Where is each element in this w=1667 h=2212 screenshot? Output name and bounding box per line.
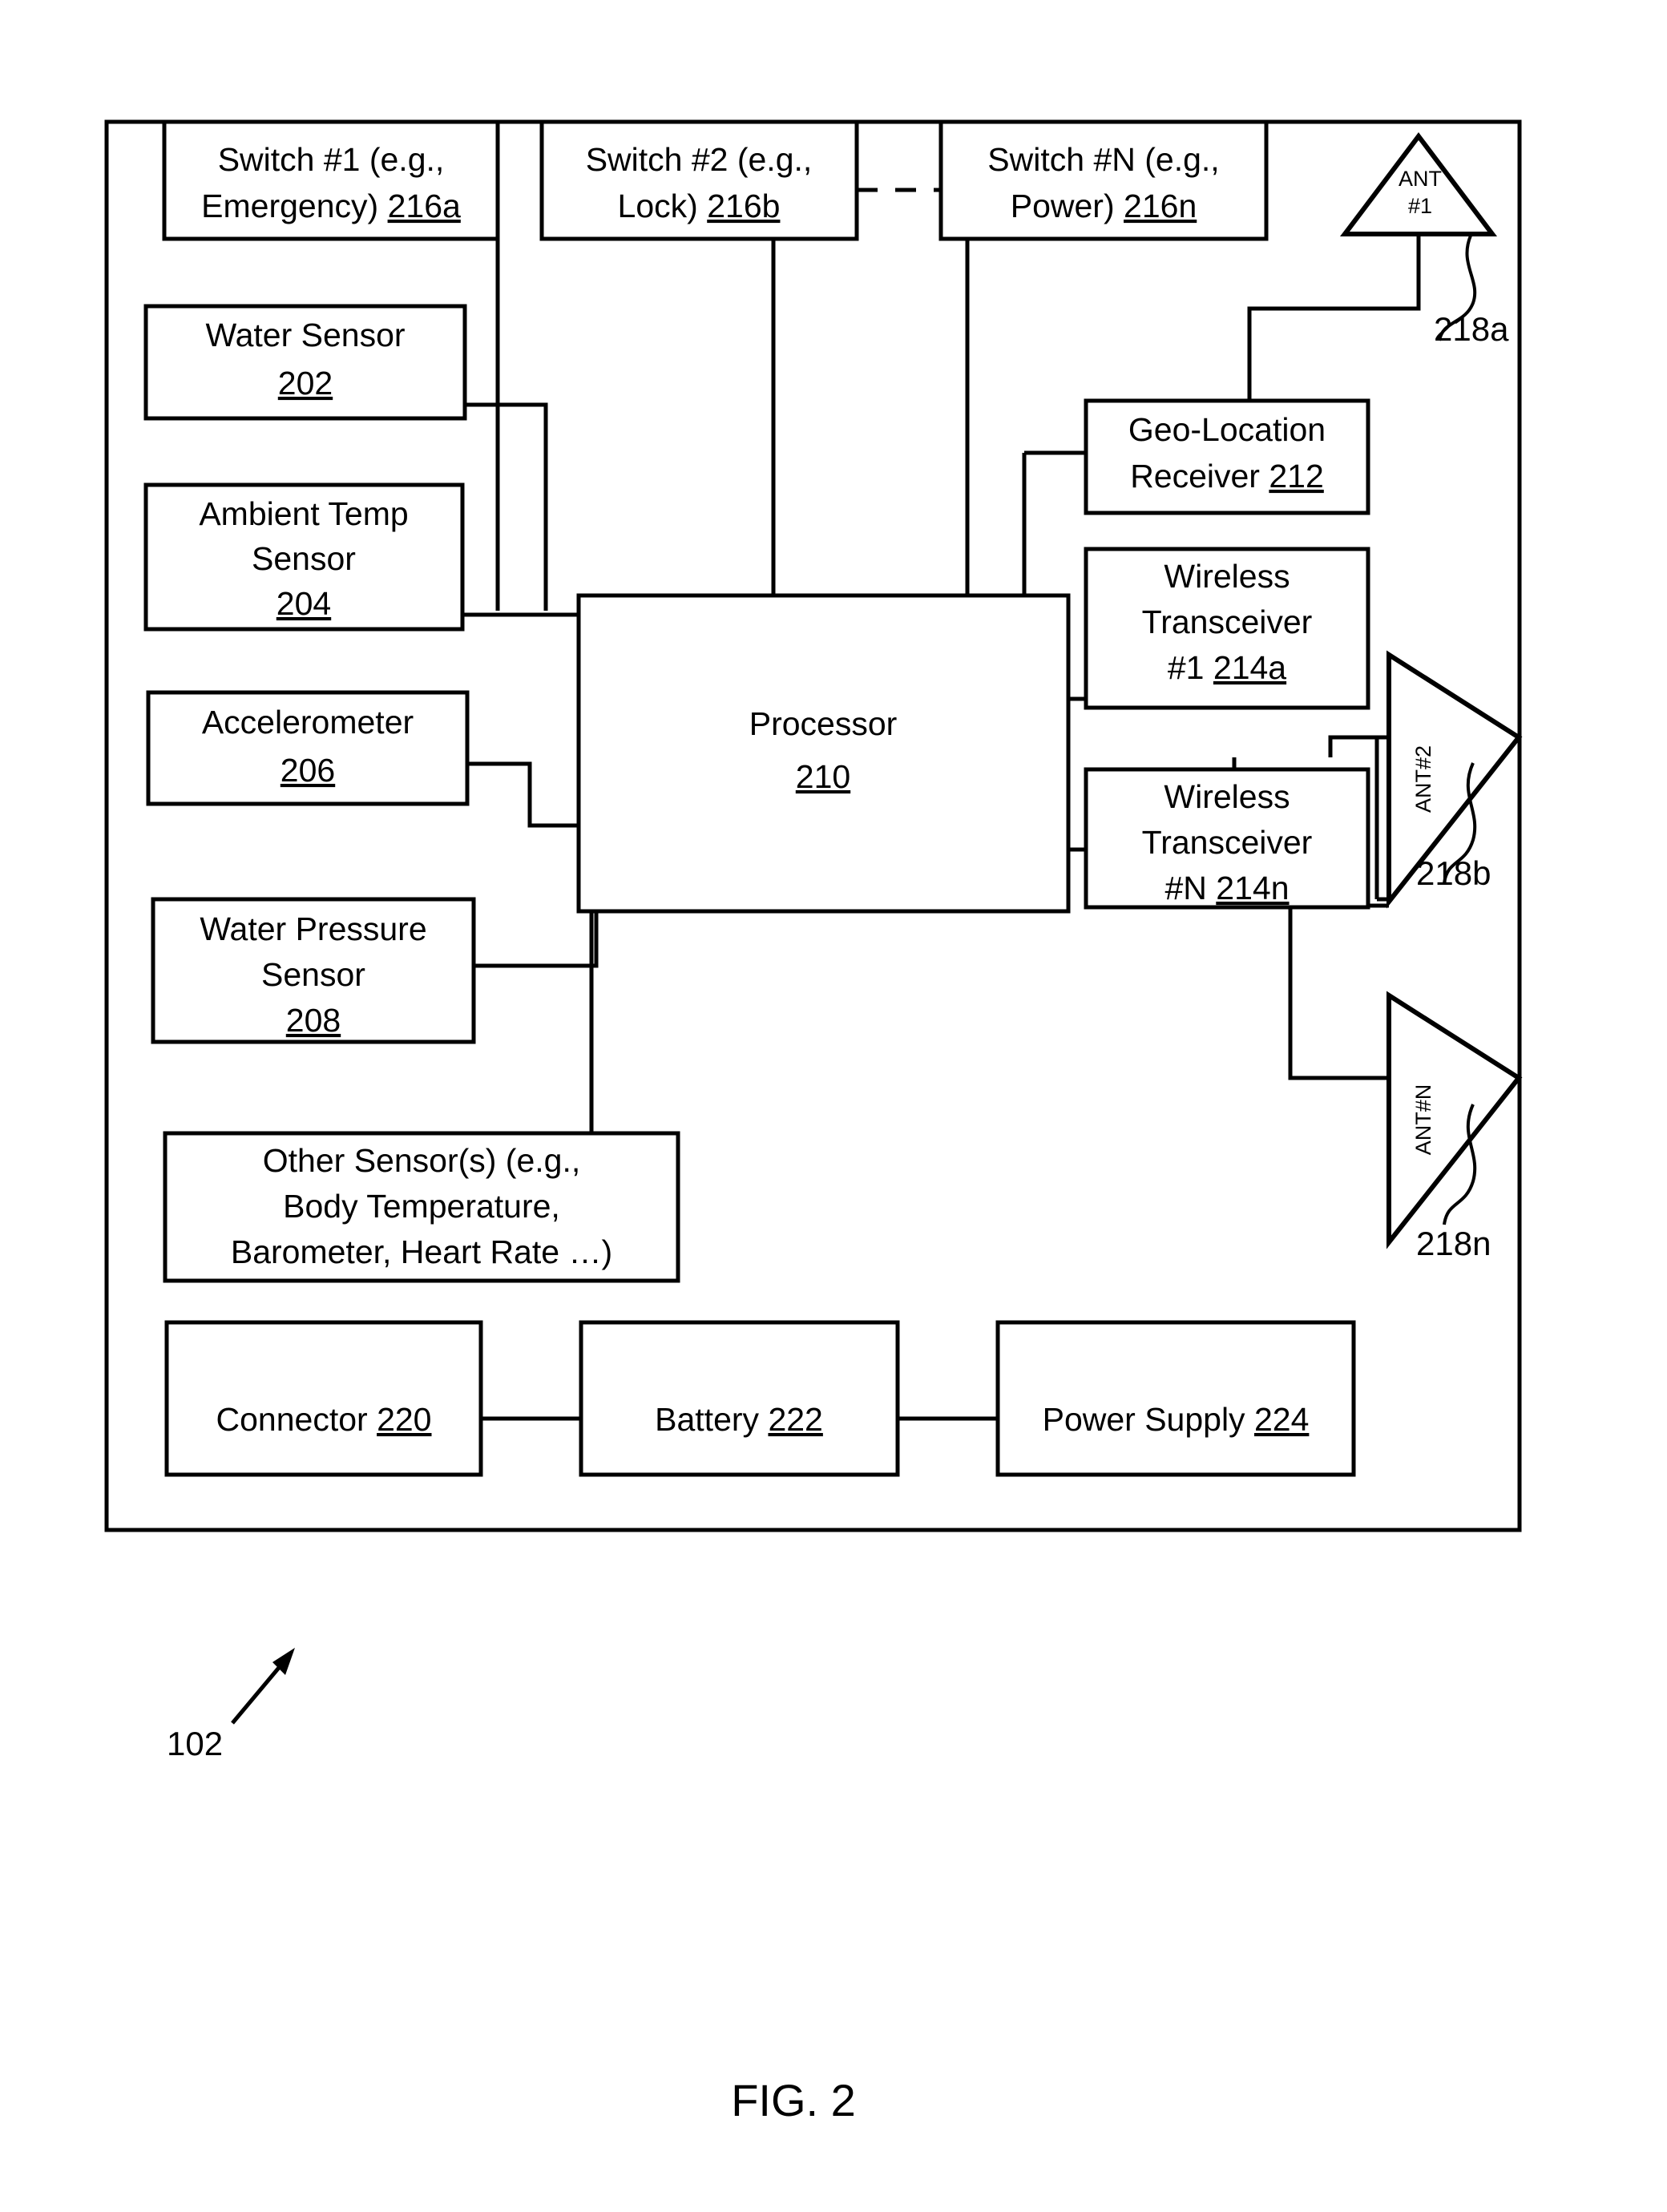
transceiver1-line3-text: #1: [1168, 649, 1205, 686]
ambient-temp-line1: Ambient Temp: [199, 495, 408, 532]
antenna-n-ref: 218n: [1416, 1225, 1491, 1262]
geo-location-ref: 212: [1269, 458, 1323, 494]
box-power-supply[interactable]: [995, 1320, 1356, 1477]
transceiverN-line1: Wireless: [1164, 778, 1290, 815]
battery-label: Battery 222: [655, 1401, 823, 1438]
figure-svg: Switch #1 (e.g., Emergency) 216a Switch …: [104, 119, 1523, 2125]
geo-location-line2: Receiver 212: [1130, 458, 1324, 494]
switch1-line2-text: Emergency): [201, 188, 378, 224]
device-reference-callout: 102: [167, 1648, 295, 1762]
callout-arrow-shaft: [231, 1662, 284, 1725]
transceiverN-ref: 214n: [1216, 870, 1289, 906]
wire-water-sensor-processor: [465, 402, 548, 611]
box-battery[interactable]: [579, 1320, 900, 1477]
transceiverN-line2: Transceiver: [1142, 824, 1313, 861]
wire-transceiver1-ant2: [1328, 735, 1389, 757]
figure-caption: FIG. 2: [731, 2075, 856, 2125]
switch1-line2: Emergency) 216a: [201, 188, 461, 224]
processor-ref: 210: [796, 758, 850, 795]
wire-water-pressure-processor: [474, 911, 599, 968]
switchN-line2: Power) 216n: [1011, 188, 1197, 224]
accelerometer-ref: 206: [281, 752, 335, 789]
accelerometer-label: Accelerometer: [202, 704, 414, 741]
water-pressure-ref: 208: [286, 1002, 341, 1039]
switch1-line1: Switch #1 (e.g.,: [218, 141, 445, 178]
wire-transceiverN-antN: [1288, 907, 1389, 1080]
transceiver1-line1: Wireless: [1164, 558, 1290, 595]
antenna-1-label-line2: #1: [1408, 194, 1432, 218]
transceiverN-line3: #N 214n: [1164, 870, 1289, 906]
geo-location-line1: Geo-Location: [1128, 411, 1326, 448]
switch2-line2: Lock) 216b: [618, 188, 781, 224]
power-supply-ref: 224: [1254, 1401, 1309, 1438]
transceiver1-line2: Transceiver: [1142, 603, 1313, 640]
geo-location-line2-text: Receiver: [1130, 458, 1260, 494]
switch2-line1: Switch #2 (e.g.,: [586, 141, 813, 178]
antenna-1-ref: 218a: [1434, 310, 1509, 348]
switch2-ref: 216b: [707, 188, 780, 224]
antenna-2-ref: 218b: [1416, 854, 1491, 892]
water-pressure-line1: Water Pressure: [200, 910, 426, 947]
processor-label: Processor: [749, 705, 898, 742]
water-pressure-line2: Sensor: [261, 956, 365, 993]
switchN-line2-text: Power): [1011, 188, 1115, 224]
switchN-line1: Switch #N (e.g.,: [987, 141, 1219, 178]
other-sensors-line1: Other Sensor(s) (e.g.,: [263, 1142, 580, 1179]
box-connector[interactable]: [164, 1320, 483, 1477]
switch2-line2-text: Lock): [618, 188, 698, 224]
water-sensor-ref: 202: [278, 365, 333, 402]
ambient-temp-line2: Sensor: [252, 540, 356, 577]
transceiver1-ref: 214a: [1213, 649, 1286, 686]
wire-ant1-geolocation: [1247, 234, 1421, 401]
ambient-temp-ref: 204: [276, 585, 331, 622]
transceiverN-line3-text: #N: [1164, 870, 1206, 906]
box-processor[interactable]: [576, 593, 1071, 914]
connector-label: Connector 220: [216, 1401, 432, 1438]
other-sensors-line2: Body Temperature,: [283, 1188, 560, 1225]
other-sensors-line3: Barometer, Heart Rate …): [231, 1233, 612, 1270]
patent-figure-2: Switch #1 (e.g., Emergency) 216a Switch …: [0, 0, 1667, 2212]
switchN-ref: 216n: [1124, 188, 1197, 224]
water-sensor-label: Water Sensor: [205, 317, 405, 353]
connector-ref: 220: [377, 1401, 431, 1438]
power-supply-label: Power Supply 224: [1043, 1401, 1310, 1438]
antenna-2-label: ANT#2: [1411, 745, 1435, 813]
battery-ref: 222: [768, 1401, 822, 1438]
antenna-1-label-line1: ANT: [1399, 167, 1442, 191]
device-ref-label: 102: [167, 1725, 223, 1762]
transceiver1-line3: #1 214a: [1168, 649, 1286, 686]
power-supply-text: Power Supply: [1043, 1401, 1245, 1438]
wire-accelerometer-processor: [467, 761, 579, 828]
antenna-n-label: ANT#N: [1411, 1084, 1435, 1156]
battery-text: Battery: [655, 1401, 759, 1438]
connector-text: Connector: [216, 1401, 368, 1438]
switch1-ref: 216a: [388, 188, 461, 224]
